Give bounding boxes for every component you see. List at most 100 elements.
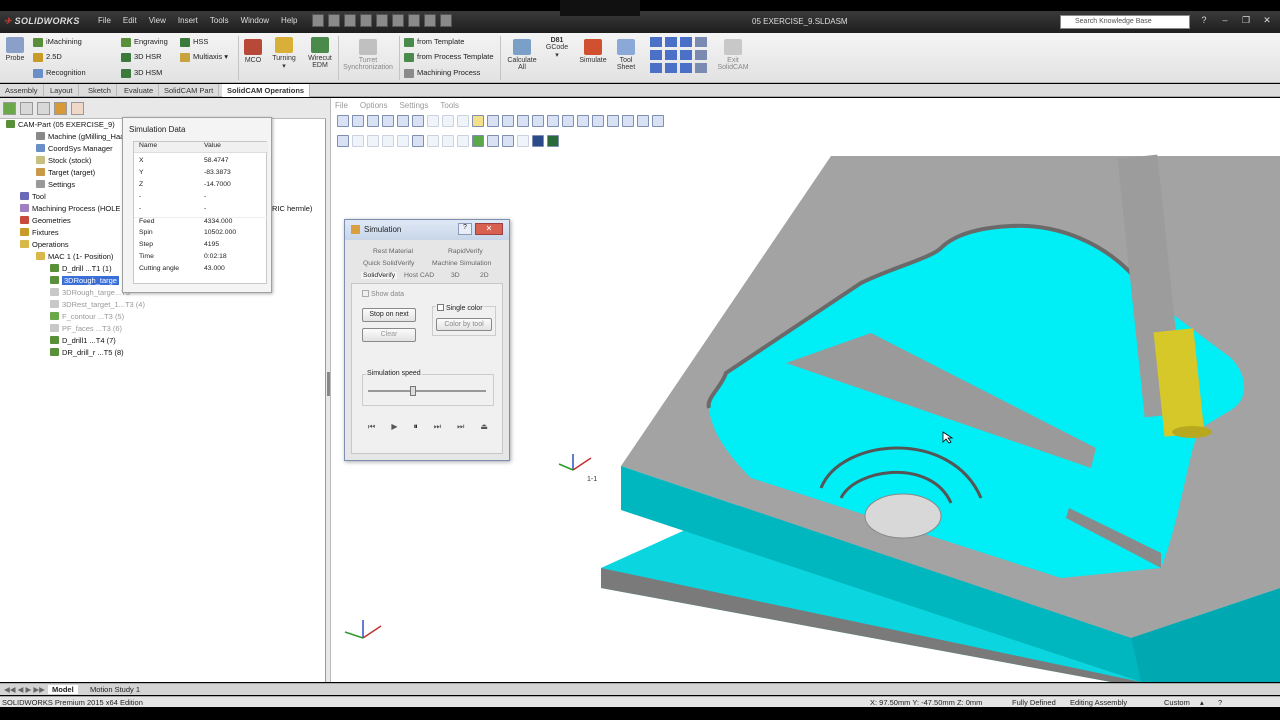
restore-icon[interactable]: ❐: [1240, 15, 1252, 26]
step-forward-icon[interactable]: ⏭: [434, 422, 441, 432]
wirecut-edm-button[interactable]: Wirecut EDM: [304, 37, 336, 69]
tree-item-target[interactable]: Target (target): [36, 168, 95, 179]
3d-hsr-button[interactable]: 3D HSR: [121, 52, 162, 62]
help-icon[interactable]: ?: [1218, 698, 1222, 707]
tree-item-settings[interactable]: Settings: [36, 180, 75, 191]
tab-evaluate[interactable]: Evaluate: [119, 84, 160, 97]
menu-insert[interactable]: Insert: [178, 16, 198, 25]
print-icon[interactable]: [360, 14, 372, 27]
help-icon[interactable]: ?: [458, 223, 472, 235]
simulate-button[interactable]: Simulate: [577, 39, 609, 64]
from-template-button[interactable]: from Template: [404, 37, 464, 47]
calculate-all-button[interactable]: Calculate All: [504, 39, 540, 71]
play-icon[interactable]: ▶: [391, 422, 397, 432]
2-5d-button[interactable]: 2.5D: [33, 52, 62, 62]
tool-sheet-button[interactable]: Tool Sheet: [613, 39, 639, 71]
machining-process-button[interactable]: Machining Process: [404, 68, 480, 78]
tab-solidcam-operations[interactable]: SolidCAM Operations: [222, 84, 311, 97]
menu-window[interactable]: Window: [241, 16, 269, 25]
menu-view[interactable]: View: [149, 16, 166, 25]
dim-xpert-icon[interactable]: [54, 102, 67, 115]
step-back-icon[interactable]: ⏮: [368, 422, 375, 432]
tab-host-cad[interactable]: Host CAD: [404, 272, 434, 279]
probe-button[interactable]: Probe: [4, 37, 26, 62]
view-icon[interactable]: [650, 37, 662, 47]
operation-item-selected[interactable]: 3DRough_targe: [50, 276, 119, 287]
menu-help[interactable]: Help: [281, 16, 297, 25]
3d-hsm-button[interactable]: 3D HSM: [121, 68, 162, 78]
solidworks-logo[interactable]: ✈ SOLIDWORKS: [4, 16, 80, 27]
units-dropdown-icon[interactable]: ▴: [1200, 698, 1204, 707]
configuration-icon[interactable]: [37, 102, 50, 115]
view-icon[interactable]: [680, 37, 692, 47]
view-icon[interactable]: [665, 37, 677, 47]
mco-button[interactable]: MCO: [243, 39, 263, 64]
engraving-button[interactable]: Engraving: [121, 37, 168, 47]
tab-assembly[interactable]: Assembly: [0, 84, 44, 97]
tab-solidverify[interactable]: SolidVerify: [361, 272, 398, 279]
imachining-button[interactable]: iMachining: [33, 37, 82, 47]
tab-quick-solidverify[interactable]: Quick SolidVerify: [363, 260, 414, 267]
simulation-title-bar[interactable]: Simulation ? ✕: [345, 220, 509, 240]
eject-icon[interactable]: ⏏: [480, 422, 488, 432]
view-icon[interactable]: [665, 63, 677, 73]
new-icon[interactable]: [312, 14, 324, 27]
select-icon[interactable]: [392, 14, 404, 27]
open-icon[interactable]: [328, 14, 340, 27]
tab-motion-study[interactable]: Motion Study 1: [86, 685, 144, 694]
tab-sketch[interactable]: Sketch: [83, 84, 117, 97]
turret-sync-button[interactable]: Turret Synchronization: [340, 39, 396, 71]
minimize-icon[interactable]: –: [1219, 15, 1231, 26]
view-icon[interactable]: [695, 50, 707, 60]
operation-item[interactable]: 3DRough_targe...T3: [50, 288, 130, 299]
speed-slider-track[interactable]: [368, 390, 486, 392]
tree-item-geometries[interactable]: Geometries: [20, 216, 71, 227]
view-icon[interactable]: [695, 37, 707, 47]
recognition-button[interactable]: Recognition: [33, 68, 86, 78]
tree-item-root[interactable]: CAM-Part (05 EXERCISE_9): [6, 120, 115, 131]
hss-button[interactable]: HSS: [180, 37, 208, 47]
undo-icon[interactable]: [376, 14, 388, 27]
operation-item[interactable]: PF_faces ...T3 (6): [50, 324, 122, 335]
tab-model[interactable]: Model: [48, 685, 78, 694]
tab-rest-material[interactable]: Rest Material: [373, 248, 413, 255]
view-icon[interactable]: [665, 50, 677, 60]
view-icon[interactable]: [650, 63, 662, 73]
tab-layout[interactable]: Layout: [45, 84, 79, 97]
tree-item-tool[interactable]: Tool: [20, 192, 46, 203]
view-icon[interactable]: [680, 63, 692, 73]
file-properties-icon[interactable]: [424, 14, 436, 27]
operation-item[interactable]: F_contour ...T3 (5): [50, 312, 124, 323]
tab-machine-simulation[interactable]: Machine Simulation: [432, 260, 491, 267]
search-input[interactable]: Search Knowledge Base: [1060, 15, 1190, 29]
menu-file[interactable]: File: [98, 16, 111, 25]
tree-item-machining-process[interactable]: Machining Process (HOLE PR: [20, 204, 133, 215]
menu-edit[interactable]: Edit: [123, 16, 137, 25]
show-data-checkbox[interactable]: Show data: [362, 290, 404, 298]
exit-solidcam-button[interactable]: Exit SolidCAM: [714, 39, 752, 71]
gcode-button[interactable]: D81 GCode ▾: [543, 37, 571, 59]
feature-manager-icon[interactable]: [3, 102, 16, 115]
view-icon[interactable]: [695, 63, 707, 73]
tab-solidcam-part[interactable]: SolidCAM Part: [159, 84, 220, 97]
save-icon[interactable]: [344, 14, 356, 27]
speed-slider-thumb[interactable]: [409, 386, 416, 396]
operation-item[interactable]: DR_drill_r ...T5 (8): [50, 348, 124, 359]
view-icon[interactable]: [680, 50, 692, 60]
turning-button[interactable]: Turning ▾: [269, 37, 299, 70]
tree-item-machine[interactable]: Machine (gMilling_Haas: [36, 132, 128, 143]
color-by-tool-button[interactable]: Color by tool: [436, 318, 492, 331]
scroll-arrows-icon[interactable]: ◀◀ ◀ ▶ ▶▶: [4, 685, 45, 694]
go-to-end-icon[interactable]: ⏭: [457, 422, 464, 432]
tree-item-fixtures[interactable]: Fixtures: [20, 228, 59, 239]
property-manager-icon[interactable]: [20, 102, 33, 115]
tree-item-operations[interactable]: Operations: [20, 240, 69, 251]
from-process-template-button[interactable]: from Process Template: [404, 52, 494, 62]
operation-item[interactable]: 3DRest_target_1...T3 (4): [50, 300, 145, 311]
tree-item-stock[interactable]: Stock (stock): [36, 156, 91, 167]
operation-item[interactable]: D_drill ...T1 (1): [50, 264, 112, 275]
tree-item-mac[interactable]: MAC 1 (1- Position): [36, 252, 113, 263]
menu-tools[interactable]: Tools: [210, 16, 229, 25]
units-selector[interactable]: Custom: [1164, 698, 1190, 707]
help-icon[interactable]: ?: [1198, 15, 1210, 26]
